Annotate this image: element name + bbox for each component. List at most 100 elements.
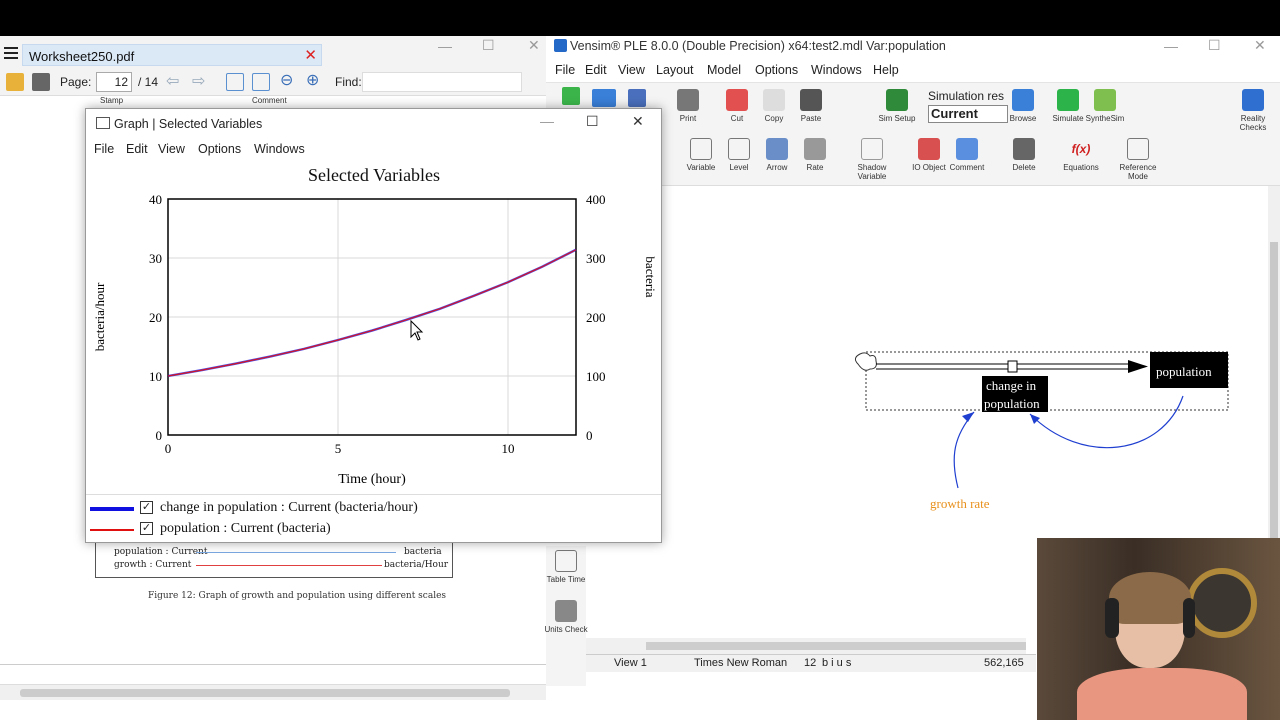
pdf-legend-unit: bacteria/Hour xyxy=(384,560,449,570)
minimize-icon[interactable]: — xyxy=(540,113,554,129)
print-label: Print xyxy=(679,114,697,123)
menu-view[interactable]: View xyxy=(618,63,645,77)
menu-windows[interactable]: Windows xyxy=(811,63,862,77)
shadow-variable-tool[interactable]: Shadow Variable xyxy=(849,138,895,181)
browse-button[interactable]: Browse xyxy=(1000,89,1046,123)
menu-layout[interactable]: Layout xyxy=(656,63,694,77)
find-input[interactable] xyxy=(362,72,522,92)
fit-width-icon[interactable] xyxy=(252,73,270,91)
synthesim-button[interactable]: SyntheSim xyxy=(1082,89,1128,123)
headset-icon xyxy=(1183,598,1195,638)
units-check-label: Units Check xyxy=(544,625,588,634)
vensim-menu-bar: File Edit View Layout Model Options Wind… xyxy=(546,60,1280,82)
x-tick-label: 5 xyxy=(335,441,342,456)
font-style-buttons[interactable]: b i u s xyxy=(822,657,851,669)
sim-setup-button[interactable]: Sim Setup xyxy=(874,89,920,123)
paste-button[interactable]: Paste xyxy=(788,89,834,123)
graph-menu-edit[interactable]: Edit xyxy=(126,142,148,156)
page-total: / 14 xyxy=(138,75,159,89)
zoom-in-icon[interactable]: ⊕ xyxy=(306,70,319,90)
zoom-out-icon[interactable]: ⊖ xyxy=(280,70,293,90)
pdf-horizontal-scrollbar[interactable] xyxy=(0,684,548,700)
rate-label: Rate xyxy=(806,163,824,172)
reality-checks-button[interactable]: Reality Checks xyxy=(1230,89,1276,132)
menu-edit[interactable]: Edit xyxy=(585,63,607,77)
minimize-icon[interactable]: — xyxy=(1164,38,1178,54)
page-label: Page: xyxy=(60,75,92,89)
graph-window-title: Graph | Selected Variables xyxy=(114,117,263,131)
menu-model[interactable]: Model xyxy=(707,63,741,77)
comment-tool[interactable]: Comment xyxy=(944,138,990,172)
save-model-icon[interactable] xyxy=(628,89,646,107)
line-chart: Selected Variables0 5 10010203040010020030… xyxy=(92,165,658,487)
delete-tool[interactable]: Delete xyxy=(1001,138,1047,172)
pdf-legend-name: population : Current xyxy=(114,547,208,557)
legend-item-change-in-population: ✓ change in population : Current (bacter… xyxy=(90,499,650,519)
graph-menu-options[interactable]: Options xyxy=(198,142,241,156)
stock-population[interactable]: population xyxy=(1156,364,1212,380)
aux-growth-rate[interactable]: growth rate xyxy=(930,496,990,512)
page-number-input[interactable]: 12 xyxy=(96,72,132,92)
close-window-icon[interactable]: ✕ xyxy=(528,37,540,54)
next-page-icon[interactable]: ⇨ xyxy=(192,71,205,91)
reference-mode-tool[interactable]: Reference Mode xyxy=(1115,138,1161,181)
pdf-figure-legend: population : Current bacteria growth : C… xyxy=(95,542,453,578)
new-model-icon[interactable] xyxy=(562,87,580,105)
vensim-sketch-toolbar: Variable Level Arrow Rate Shadow Variabl… xyxy=(662,132,1280,186)
fit-page-icon[interactable] xyxy=(226,73,244,91)
rate-tool[interactable]: Rate xyxy=(792,138,838,172)
pdf-tab[interactable]: Worksheet250.pdf ✕ xyxy=(22,44,322,66)
open-file-icon[interactable] xyxy=(6,73,24,91)
y-right-axis-label: bacteria xyxy=(643,256,658,297)
cut-label: Cut xyxy=(730,114,744,123)
legend-item-population: ✓ population : Current (bacteria) xyxy=(90,520,650,540)
font-size-selector[interactable]: 12 xyxy=(804,657,816,669)
maximize-icon[interactable]: ☐ xyxy=(1208,37,1221,54)
equations-tool[interactable]: f(x) Equations xyxy=(1058,138,1104,172)
arrow-label: Arrow xyxy=(766,163,788,172)
valve-icon xyxy=(1007,360,1018,373)
menu-file[interactable]: File xyxy=(555,63,575,77)
webcam-mirror xyxy=(1187,568,1257,638)
prev-page-icon[interactable]: ⇦ xyxy=(166,71,179,91)
close-window-icon[interactable]: ✕ xyxy=(1254,37,1266,54)
growth-arrowhead xyxy=(962,412,974,422)
table-time-button[interactable]: Table Time xyxy=(543,550,589,584)
print-button[interactable]: Print xyxy=(665,89,711,123)
maximize-icon[interactable]: ☐ xyxy=(482,37,495,54)
webcam-overlay xyxy=(1037,538,1280,720)
close-window-icon[interactable]: ✕ xyxy=(632,113,644,130)
scroll-thumb[interactable] xyxy=(646,642,1026,650)
units-check-button[interactable]: Units Check xyxy=(543,600,589,634)
rate-change-in-population-line2[interactable]: population xyxy=(984,396,1040,412)
y-right-tick-label: 100 xyxy=(586,369,606,384)
pdf-legend-line-red xyxy=(196,565,382,566)
minimize-icon[interactable]: — xyxy=(438,38,452,54)
flow-arrowhead xyxy=(1128,360,1148,373)
legend-checkbox[interactable]: ✓ xyxy=(140,501,153,514)
chart-title: Selected Variables xyxy=(308,165,440,185)
menu-icon[interactable] xyxy=(4,47,18,59)
rate-change-in-population-line1[interactable]: change in xyxy=(986,378,1036,394)
graph-menu-view[interactable]: View xyxy=(158,142,185,156)
open-model-icon[interactable] xyxy=(592,89,616,107)
canvas-horizontal-scrollbar[interactable] xyxy=(586,638,1026,654)
equations-label: Equations xyxy=(1063,163,1099,172)
y-right-tick-label: 200 xyxy=(586,310,606,325)
webcam-person-shirt xyxy=(1077,668,1247,720)
scroll-thumb[interactable] xyxy=(20,689,510,697)
view-selector[interactable]: View 1 xyxy=(614,657,647,669)
close-tab-icon[interactable]: ✕ xyxy=(304,46,317,64)
reality-checks-label: Reality Checks xyxy=(1239,114,1267,132)
graph-menu-windows[interactable]: Windows xyxy=(254,142,305,156)
maximize-icon[interactable]: ☐ xyxy=(586,113,599,130)
legend-checkbox[interactable]: ✓ xyxy=(140,522,153,535)
menu-help[interactable]: Help xyxy=(873,63,899,77)
graph-menu-file[interactable]: File xyxy=(94,142,114,156)
simulation-results-input[interactable]: Current xyxy=(928,105,1008,123)
browse-label: Browse xyxy=(1009,114,1037,123)
font-selector[interactable]: Times New Roman xyxy=(694,657,787,669)
menu-options[interactable]: Options xyxy=(755,63,798,77)
feedback-arrow xyxy=(1029,395,1184,449)
print-icon[interactable] xyxy=(32,73,50,91)
